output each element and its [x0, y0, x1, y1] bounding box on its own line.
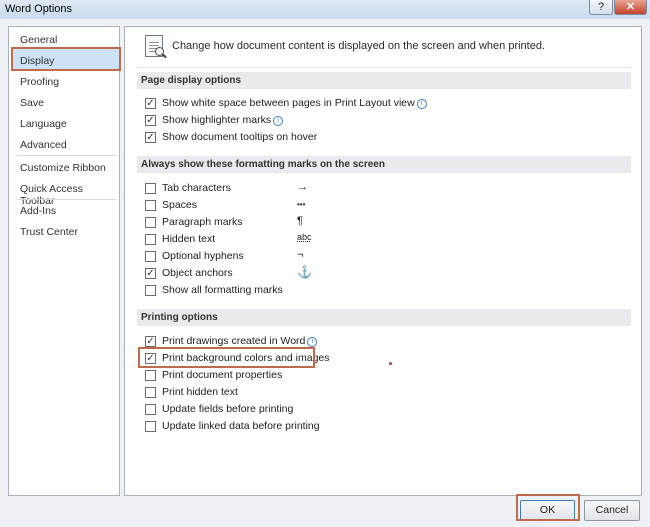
- magnifier-icon: [155, 47, 164, 56]
- option-label: Show document tooltips on hover: [162, 131, 318, 143]
- option-label: Hidden text: [162, 233, 216, 245]
- checkbox[interactable]: [145, 370, 156, 381]
- checkbox[interactable]: [145, 200, 156, 211]
- option-label: Print hidden text: [162, 386, 238, 398]
- word-options-dialog: Word Options ? ✕ General Display Proofin…: [0, 0, 650, 527]
- checkbox[interactable]: [145, 234, 156, 245]
- section-formatting-marks: Always show these formatting marks on th…: [137, 156, 631, 173]
- sidebar-divider: [17, 199, 117, 200]
- sidebar-item-add-ins[interactable]: Add-Ins: [20, 205, 56, 217]
- pilcrow-icon: ¶: [297, 215, 303, 227]
- option-label: Show highlighter marks: [162, 114, 272, 126]
- tab-arrow-icon: →: [297, 181, 308, 193]
- space-dots-icon: •••: [297, 200, 306, 209]
- checkbox[interactable]: [145, 217, 156, 228]
- ok-highlight-box: [516, 494, 580, 521]
- checkbox[interactable]: [145, 183, 156, 194]
- checkbox[interactable]: [145, 404, 156, 415]
- option-label: Spaces: [162, 199, 198, 211]
- sidebar-item-advanced[interactable]: Advanced: [20, 139, 67, 151]
- sidebar: General Display Proofing Save Language A…: [8, 26, 121, 496]
- print-background-highlight-box: [138, 347, 315, 368]
- sidebar-item-proofing[interactable]: Proofing: [20, 76, 59, 88]
- sidebar-item-trust-center[interactable]: Trust Center: [20, 226, 78, 238]
- checkbox[interactable]: [145, 285, 156, 296]
- checkbox[interactable]: ✓: [145, 336, 156, 347]
- option-label: Update fields before printing: [162, 403, 294, 415]
- title-bar[interactable]: Word Options ? ✕: [0, 0, 650, 19]
- anchor-icon: ⚓: [297, 265, 312, 279]
- window-title: Word Options: [5, 3, 73, 15]
- checkbox[interactable]: [145, 421, 156, 432]
- checkbox[interactable]: ✓: [145, 115, 156, 126]
- checkbox[interactable]: ✓: [145, 268, 156, 279]
- option-label: Show all formatting marks: [162, 284, 283, 296]
- cancel-button[interactable]: Cancel: [584, 500, 640, 521]
- option-label: Show white space between pages in Print …: [162, 97, 415, 109]
- option-label: Print drawings created in Word: [162, 335, 306, 347]
- sidebar-item-save[interactable]: Save: [20, 97, 44, 109]
- info-icon[interactable]: i: [273, 116, 284, 126]
- checkbox[interactable]: [145, 251, 156, 262]
- sidebar-divider: [17, 155, 117, 156]
- help-button[interactable]: ?: [589, 0, 613, 15]
- display-highlight-box: [11, 47, 121, 71]
- optional-hyphen-icon: ¬: [297, 249, 304, 261]
- display-options-panel: Change how document content is displayed…: [124, 26, 642, 496]
- sidebar-item-language[interactable]: Language: [20, 118, 67, 130]
- sidebar-item-general[interactable]: General: [20, 34, 57, 46]
- section-printing: Printing options: [137, 309, 631, 326]
- checkbox[interactable]: ✓: [145, 98, 156, 109]
- panel-description: Change how document content is displayed…: [172, 40, 546, 52]
- checkbox[interactable]: ✓: [145, 132, 156, 143]
- option-label: Tab characters: [162, 182, 231, 194]
- option-label: Update linked data before printing: [162, 420, 320, 432]
- sidebar-item-quick-access-toolbar[interactable]: Quick Access Toolbar: [20, 183, 119, 207]
- marker-dot: [389, 362, 392, 365]
- info-icon[interactable]: i: [416, 99, 427, 109]
- sidebar-item-customize-ribbon[interactable]: Customize Ribbon: [20, 162, 106, 174]
- option-label: Object anchors: [162, 267, 233, 279]
- section-page-display: Page display options: [137, 72, 631, 89]
- option-label: Paragraph marks: [162, 216, 243, 228]
- hidden-text-icon: abc: [297, 232, 312, 242]
- info-icon[interactable]: i: [307, 337, 318, 347]
- option-label: Optional hyphens: [162, 250, 244, 262]
- header-divider: [137, 67, 631, 68]
- option-label: Print document properties: [162, 369, 283, 381]
- checkbox[interactable]: [145, 387, 156, 398]
- close-button[interactable]: ✕: [614, 0, 647, 15]
